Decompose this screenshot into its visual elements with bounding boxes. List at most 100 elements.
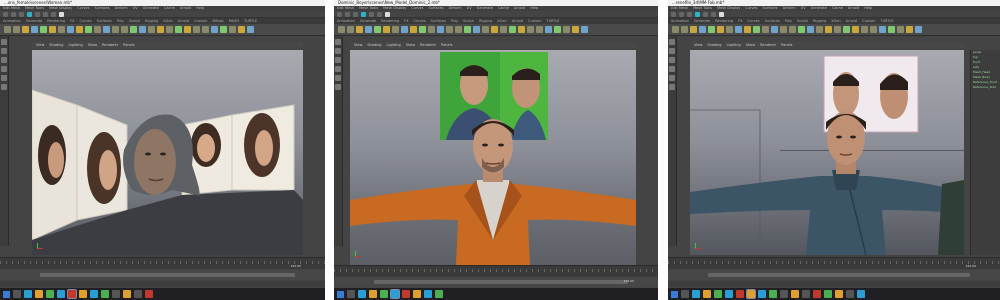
- shelf-tool-icon[interactable]: [554, 26, 561, 33]
- taskbar-app-icon[interactable]: [112, 290, 120, 298]
- shelf-tab[interactable]: Curves: [748, 18, 760, 24]
- shelf-tool-icon[interactable]: [347, 26, 354, 33]
- panel-menu-item[interactable]: Renderer: [760, 42, 776, 48]
- shelf-tool-icon[interactable]: [211, 26, 218, 33]
- shelf-tool-icon[interactable]: [428, 26, 435, 33]
- shelf-tool-icon[interactable]: [915, 26, 922, 33]
- shelf-tool-icon[interactable]: [419, 26, 426, 33]
- start-icon[interactable]: [671, 290, 678, 298]
- taskbar-app-icon[interactable]: [835, 290, 843, 298]
- shelf-tool-icon[interactable]: [726, 26, 733, 33]
- taskbar-app-icon[interactable]: [380, 290, 388, 298]
- taskbar-app-icon[interactable]: [857, 290, 865, 298]
- shelf-tab[interactable]: Rigging: [145, 18, 158, 24]
- taskbar-app-icon[interactable]: [769, 290, 777, 298]
- shelf-tool-icon[interactable]: [130, 26, 137, 33]
- menu-item[interactable]: Cache: [832, 6, 843, 11]
- menu-item[interactable]: Deform: [783, 6, 796, 11]
- shelf-tool-icon[interactable]: [834, 26, 841, 33]
- shelf-tab[interactable]: Poly: [451, 18, 458, 24]
- menu-item[interactable]: Edit Mesh: [671, 6, 688, 11]
- taskbar-app-icon[interactable]: [714, 290, 722, 298]
- shelf-tool-icon[interactable]: [175, 26, 182, 33]
- shelf-tool-icon[interactable]: [879, 26, 886, 33]
- shelf-tool-icon[interactable]: [356, 26, 363, 33]
- render-icon[interactable]: [377, 11, 382, 17]
- taskbar-app-icon[interactable]: [725, 290, 733, 298]
- shelf-tab[interactable]: Generate: [26, 18, 42, 24]
- shelf-tool-icon[interactable]: [229, 26, 236, 33]
- panel-menu-item[interactable]: Lighting: [69, 42, 83, 48]
- range-bar[interactable]: [374, 280, 628, 284]
- folder-icon[interactable]: [345, 11, 350, 17]
- menu-item[interactable]: Generate: [143, 6, 159, 11]
- snap-icon[interactable]: [43, 11, 48, 17]
- panel-menu-item[interactable]: Panels: [123, 42, 134, 48]
- shelf-tool-icon[interactable]: [672, 26, 679, 33]
- shelf-tool-icon[interactable]: [58, 26, 65, 33]
- panel-menu-item[interactable]: View: [354, 42, 362, 48]
- shelf-tab[interactable]: Curves: [80, 18, 92, 24]
- maya-taskbar-icon[interactable]: [746, 289, 756, 299]
- shelf-tool-icon[interactable]: [816, 26, 823, 33]
- taskbar-app-icon[interactable]: [358, 290, 366, 298]
- menu-item[interactable]: UV: [467, 6, 472, 11]
- scale-tool-icon[interactable]: [669, 84, 675, 90]
- panel-menu-item[interactable]: Panels: [781, 42, 792, 48]
- shelf-tool-icon[interactable]: [202, 26, 209, 33]
- shelf-tool-icon[interactable]: [76, 26, 83, 33]
- shelf-tab[interactable]: Poly: [785, 18, 792, 24]
- taskbar-app-icon[interactable]: [145, 290, 153, 298]
- render-icon[interactable]: [51, 11, 56, 17]
- taskbar-app-icon[interactable]: [780, 290, 788, 298]
- menu-item[interactable]: Help: [864, 6, 872, 11]
- panel-menu-item[interactable]: Show: [88, 42, 97, 48]
- lasso-tool-icon[interactable]: [1, 48, 7, 54]
- shelf-tool-icon[interactable]: [4, 26, 11, 33]
- taskbar-app-icon[interactable]: [692, 290, 700, 298]
- select-tool-icon[interactable]: [335, 39, 341, 45]
- shelf-tab[interactable]: XGen: [163, 18, 172, 24]
- shelf-tool-icon[interactable]: [220, 26, 227, 33]
- folder-icon[interactable]: [679, 11, 684, 17]
- lasso-tool-icon[interactable]: [335, 48, 341, 54]
- taskbar-app-icon[interactable]: [123, 290, 131, 298]
- shelf-tool-icon[interactable]: [545, 26, 552, 33]
- menu-item[interactable]: Edit Mesh: [3, 6, 20, 11]
- menu-item[interactable]: Mesh Tools: [359, 6, 378, 11]
- shelf-tool-icon[interactable]: [509, 26, 516, 33]
- mode-icon[interactable]: [671, 11, 676, 17]
- menu-item[interactable]: Arnold: [180, 6, 191, 11]
- menu-item[interactable]: Curves: [77, 6, 89, 11]
- shelf-tool-icon[interactable]: [717, 26, 724, 33]
- select-icon[interactable]: [361, 11, 366, 17]
- shelf-tool-icon[interactable]: [536, 26, 543, 33]
- shelf-tab[interactable]: Generate: [360, 18, 376, 24]
- select-tool-icon[interactable]: [1, 39, 7, 45]
- shelf-tool-icon[interactable]: [184, 26, 191, 33]
- select-icon[interactable]: [27, 11, 32, 17]
- shelf-tool-icon[interactable]: [870, 26, 877, 33]
- taskbar-app-icon[interactable]: [791, 290, 799, 298]
- shelf-tab[interactable]: Sculpt: [463, 18, 474, 24]
- snap-icon[interactable]: [369, 11, 374, 17]
- shelf-tool-icon[interactable]: [789, 26, 796, 33]
- shelf-tool-icon[interactable]: [112, 26, 119, 33]
- menu-item[interactable]: Mesh Tools: [693, 6, 712, 11]
- shelf-tab[interactable]: Animation: [3, 18, 21, 24]
- taskbar-app-icon[interactable]: [703, 290, 711, 298]
- shelf-tool-icon[interactable]: [67, 26, 74, 33]
- shelf-tab[interactable]: TURTLE: [880, 18, 893, 24]
- panel-menu-item[interactable]: Lighting: [387, 42, 401, 48]
- taskbar-app-icon[interactable]: [13, 290, 21, 298]
- shelf-tab[interactable]: Sculpt: [129, 18, 140, 24]
- snap-icon[interactable]: [703, 11, 708, 17]
- shelf-tool-icon[interactable]: [148, 26, 155, 33]
- viewport-3d[interactable]: [690, 50, 964, 255]
- shelf-tab[interactable]: Arnold: [178, 18, 189, 24]
- menu-item[interactable]: Help: [196, 6, 204, 11]
- menu-item[interactable]: Mesh Tools: [25, 6, 44, 11]
- menu-item[interactable]: Arnold: [848, 6, 859, 11]
- menu-item[interactable]: Generate: [477, 6, 493, 11]
- render-icon[interactable]: [711, 11, 716, 17]
